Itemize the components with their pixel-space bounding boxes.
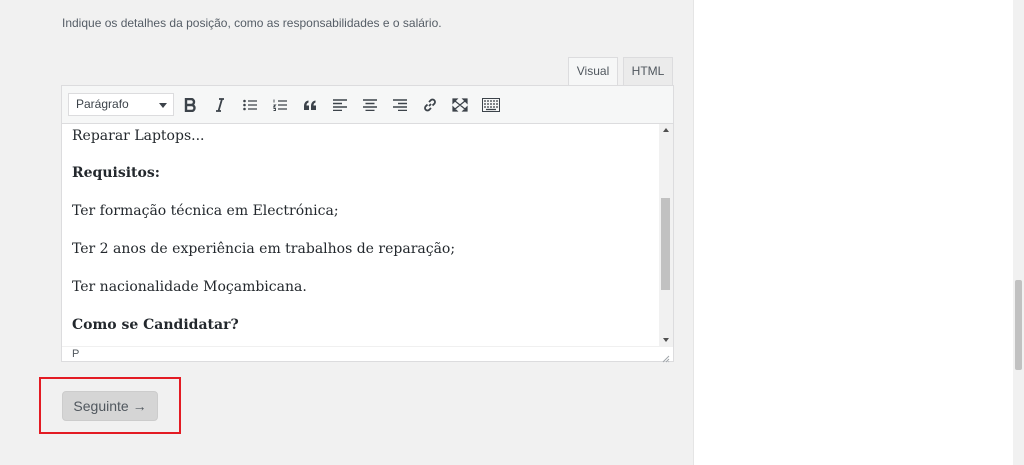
page-scrollbar[interactable] [1013,0,1024,465]
tab-html[interactable]: HTML [623,57,673,85]
rich-text-editor: Parágrafo Reparar Laptops... Requisitos:… [61,85,674,363]
right-panel [693,0,1013,465]
toolbar-toggle-icon[interactable] [481,96,501,114]
align-right-icon[interactable] [390,96,410,114]
format-select-value: Parágrafo [76,97,129,111]
content-paragraph: Ter nacionalidade Moçambicana. [72,279,307,295]
bullet-list-icon[interactable] [240,96,260,114]
numbered-list-icon[interactable] [270,96,290,114]
field-description: Indique os detalhes da posição, como as … [62,16,442,30]
tab-visual[interactable]: Visual [568,57,618,85]
editor-toolbar: Parágrafo [62,86,673,124]
editor-content[interactable]: Reparar Laptops... Requisitos: Ter forma… [62,124,659,346]
chevron-down-icon [159,103,167,108]
content-paragraph: Ter 2 anos de experiência em trabalhos d… [72,241,456,257]
highlight-annotation [39,377,181,434]
align-left-icon[interactable] [330,96,350,114]
element-path[interactable]: P [72,348,79,360]
resize-grip-icon[interactable] [662,350,670,368]
align-center-icon[interactable] [360,96,380,114]
editor-statusbar: P [62,346,673,363]
content-paragraph: Ter formação técnica em Electrónica; [72,203,339,219]
content-heading: Como se Candidatar? [72,317,239,333]
content-heading: Requisitos: [72,165,160,181]
bold-icon[interactable] [180,96,200,114]
editor-scrollbar-thumb[interactable] [661,198,670,290]
link-icon[interactable] [420,96,440,114]
italic-icon[interactable] [210,96,230,114]
scroll-down-icon[interactable] [663,338,669,342]
format-select[interactable]: Parágrafo [68,93,174,116]
blockquote-icon[interactable] [300,96,320,114]
page-scrollbar-thumb[interactable] [1015,280,1022,370]
scroll-up-icon[interactable] [663,128,669,132]
content-paragraph: Reparar Laptops... [72,128,205,144]
fullscreen-icon[interactable] [450,96,470,114]
editor-scrollbar[interactable] [659,124,673,346]
